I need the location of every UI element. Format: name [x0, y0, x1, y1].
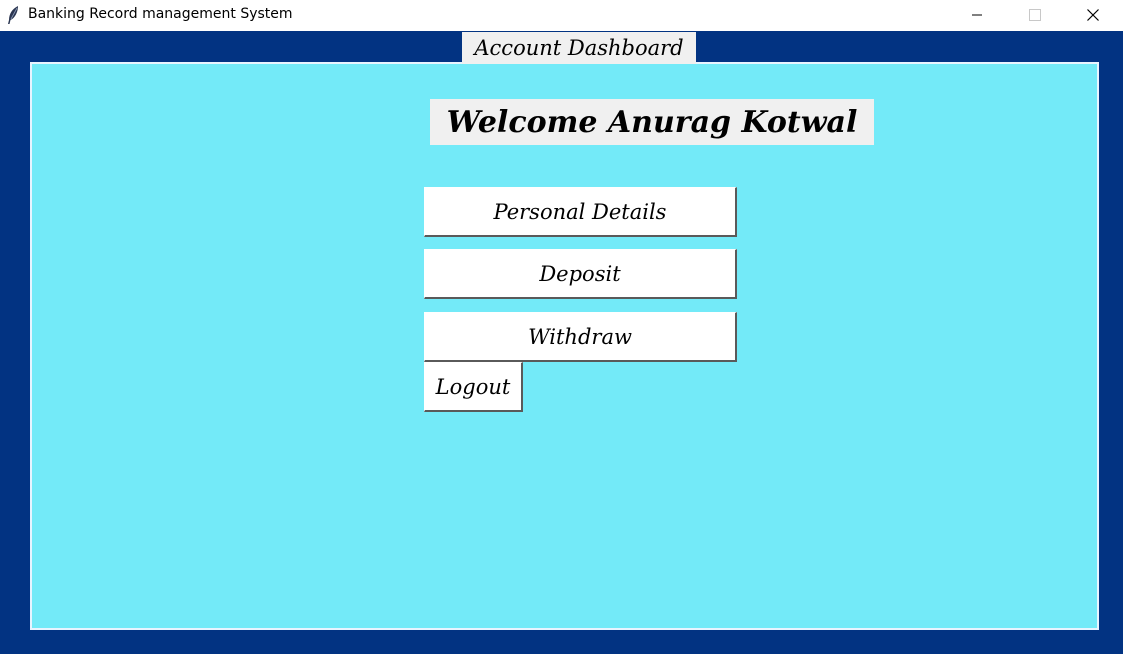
- title-bar: Banking Record management System: [0, 0, 1123, 31]
- maximize-button[interactable]: [1012, 0, 1058, 31]
- minimize-button[interactable]: [954, 0, 1000, 31]
- deposit-button[interactable]: Deposit: [424, 249, 737, 299]
- app-window: Banking Record management System Account…: [0, 0, 1123, 654]
- personal-details-button[interactable]: Personal Details: [424, 187, 737, 237]
- close-button[interactable]: [1070, 0, 1116, 31]
- dashboard-heading: Account Dashboard: [462, 32, 696, 64]
- minimize-icon: [971, 6, 983, 25]
- main-area: Account Dashboard Welcome Anurag Kotwal …: [0, 31, 1123, 654]
- welcome-message: Welcome Anurag Kotwal: [430, 99, 874, 145]
- close-icon: [1087, 6, 1099, 25]
- feather-icon: [6, 5, 20, 25]
- window-title: Banking Record management System: [28, 6, 293, 22]
- withdraw-button[interactable]: Withdraw: [424, 312, 737, 362]
- logout-button[interactable]: Logout: [424, 362, 523, 412]
- maximize-icon: [1029, 6, 1041, 25]
